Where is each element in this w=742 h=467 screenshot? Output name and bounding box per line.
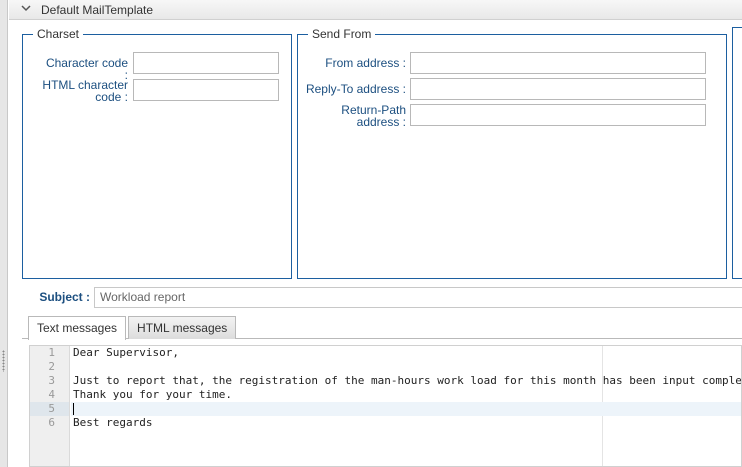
reply-to-address-input[interactable]: [410, 78, 706, 100]
charset-legend: Charset: [37, 27, 80, 41]
code-area[interactable]: Dear Supervisor, Just to report that, th…: [71, 346, 741, 430]
tab-html-messages[interactable]: HTML messages: [128, 316, 237, 339]
from-address-label: From address :: [325, 56, 406, 70]
code-line[interactable]: Best regards: [71, 416, 741, 430]
return-path-label: Return-Path address :: [300, 104, 406, 128]
line-number-gutter: 1 2 3 4 5 6: [30, 346, 70, 466]
subject-label: Subject :: [39, 290, 90, 304]
message-tabs: Text messages HTML messages: [28, 316, 238, 340]
line-number: 5: [30, 402, 69, 416]
return-path-address-input[interactable]: [410, 104, 706, 126]
send-from-legend: Send From: [312, 27, 372, 41]
code-line[interactable]: [71, 360, 741, 374]
line-number: 2: [48, 360, 55, 373]
left-splitter[interactable]: [0, 0, 8, 467]
message-editor[interactable]: 1 2 3 4 5 6 Dear Supervisor, Just to rep…: [29, 345, 742, 467]
tab-text-messages[interactable]: Text messages: [28, 316, 127, 340]
line-number: 6: [48, 416, 55, 429]
line-number: 3: [48, 374, 55, 387]
reply-to-address-label: Reply-To address :: [305, 82, 406, 96]
code-line[interactable]: Thank you for your time.: [71, 388, 741, 402]
line-number: 4: [48, 388, 55, 401]
code-line[interactable]: Dear Supervisor,: [71, 346, 741, 360]
code-line[interactable]: Just to report that, the registration of…: [71, 374, 741, 388]
character-code-input[interactable]: [133, 52, 279, 74]
code-line-active[interactable]: [71, 402, 741, 416]
subject-input[interactable]: Workload report: [94, 287, 742, 308]
return-path-label-line2: address :: [356, 115, 406, 129]
drag-handle-icon[interactable]: [2, 350, 5, 372]
text-cursor: [73, 403, 74, 415]
extra-fieldset-edge: [732, 27, 742, 279]
line-number: 1: [48, 346, 55, 359]
from-address-input[interactable]: [410, 52, 706, 74]
html-character-code-label-line2: code :: [95, 90, 128, 104]
html-character-code-input[interactable]: [133, 79, 279, 101]
chevron-down-icon[interactable]: [21, 0, 35, 20]
mail-template-section-header[interactable]: Default MailTemplate: [9, 0, 742, 20]
section-title: Default MailTemplate: [41, 2, 154, 17]
html-character-code-label: HTML character code :: [40, 79, 128, 103]
